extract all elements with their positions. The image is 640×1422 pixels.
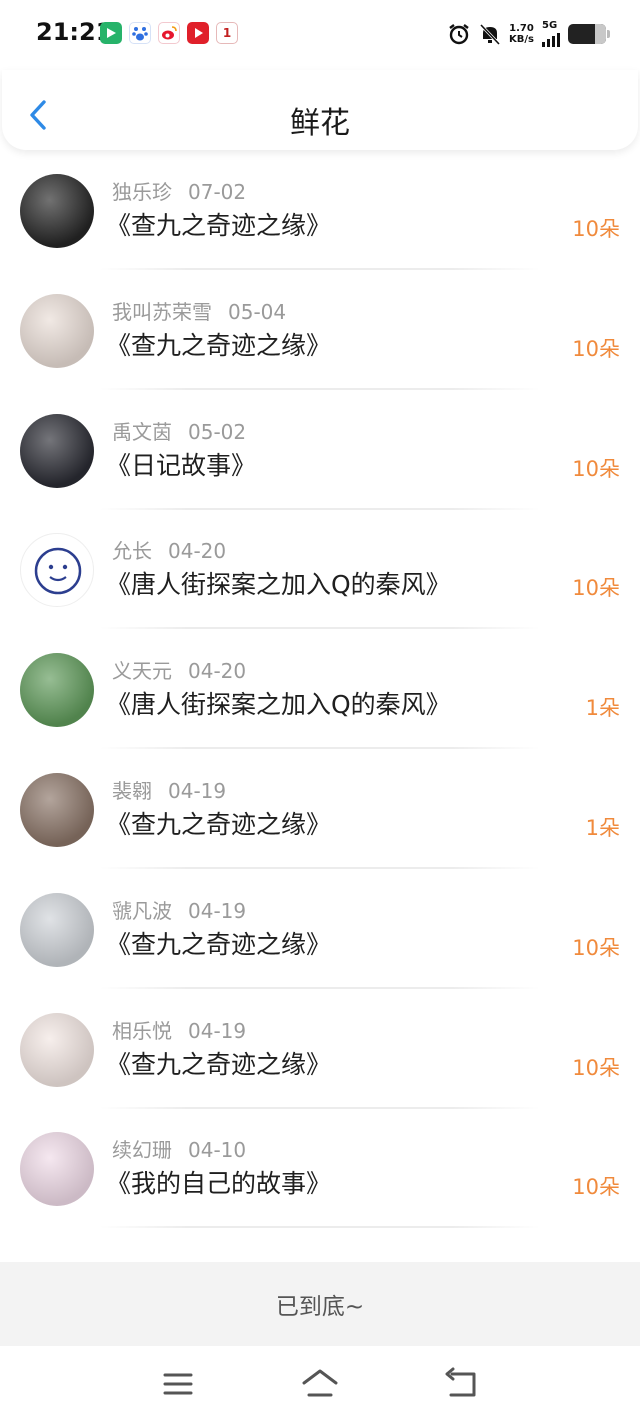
work-title: 《唐人街探案之加入Q的秦风》 [106, 690, 451, 720]
network-speed: 1.70 KB/s [509, 22, 534, 45]
menu-icon [163, 1373, 193, 1395]
work-title: 《查九之奇迹之缘》 [106, 1049, 332, 1079]
weibo-icon [158, 22, 180, 44]
notification-count: 1 [222, 26, 232, 40]
flower-count: 10朵 [572, 1055, 620, 1080]
sender-name: 允长 [112, 539, 152, 564]
flower-count: 10朵 [572, 217, 620, 241]
send-date: 05-04 [228, 299, 287, 324]
list-item[interactable]: 禹文茵 05-02 《日记故事》 10朵 [0, 390, 640, 510]
page-title: 鲜花 [290, 106, 350, 141]
smiley-icon [34, 548, 82, 595]
sender-meta: 独乐珍 07-02 [112, 176, 246, 205]
list-item[interactable]: 续幻珊 04-10 《我的自己的故事》 10朵 [0, 1108, 640, 1229]
home-icon [302, 1369, 338, 1397]
back-arrow-icon [445, 1367, 476, 1397]
video-red-icon [187, 22, 209, 44]
avatar[interactable] [20, 892, 94, 967]
sender-meta: 虢凡波 04-19 [112, 895, 246, 924]
sender-meta: 禹文茵 05-02 [112, 416, 246, 445]
menu-button[interactable] [158, 1366, 198, 1402]
work-title: 《唐人街探案之加入Q的秦风》 [106, 570, 451, 600]
sender-meta: 续幻珊 04-10 [112, 1134, 246, 1163]
status-bar: 21:21 1 1.70 KB/s 5G [0, 0, 640, 70]
avatar[interactable] [20, 174, 94, 248]
sender-meta: 允长 04-20 [112, 535, 226, 564]
sender-name: 禹文茵 [112, 419, 172, 444]
flower-count: 10朵 [572, 336, 620, 361]
sender-meta: 相乐悦 04-19 [112, 1015, 246, 1044]
battery-icon [568, 23, 610, 44]
sender-meta: 裴翱 04-19 [112, 775, 226, 804]
signal-icon [542, 31, 560, 47]
home-button[interactable] [300, 1366, 340, 1402]
avatar[interactable] [20, 413, 94, 488]
flower-count: 10朵 [572, 1175, 620, 1200]
avatar[interactable] [20, 533, 94, 608]
send-date: 04-20 [168, 539, 227, 564]
sender-name: 裴翱 [112, 779, 152, 803]
status-app-icons: 1 [100, 22, 238, 44]
send-date: 04-20 [188, 659, 247, 684]
sender-name: 续幻珊 [112, 1138, 172, 1163]
baidu-icon [129, 22, 151, 44]
list-item[interactable]: 虢凡波 04-19 《查九之奇迹之缘》 10朵 [0, 869, 640, 989]
flower-list[interactable]: 《 1 独乐珍07-02《查九之奇迹之缘》10朵我叫苏荣雪05-04《查九之奇迹… [0, 90, 640, 1262]
end-of-list-note: 已到底~ [0, 1262, 640, 1346]
back-nav-button[interactable] [442, 1366, 482, 1402]
avatar[interactable] [20, 1012, 94, 1087]
video-app-icon [100, 22, 122, 44]
row-divider [100, 1226, 540, 1229]
sender-name: 虢凡波 [112, 898, 172, 923]
status-indicators: 1.70 KB/s 5G [447, 20, 610, 47]
list-item[interactable]: 裴翱 04-19 《查九之奇迹之缘》 1朵 [0, 749, 640, 869]
page-header: 鲜花 [2, 70, 638, 150]
send-date: 05-02 [188, 419, 247, 444]
send-date: 07-02 [188, 180, 247, 204]
alarm-icon [449, 23, 469, 44]
flower-count: 1朵 [585, 816, 620, 840]
sender-name: 我叫苏荣雪 [112, 299, 212, 324]
network-type: 5G [542, 20, 558, 31]
system-nav-bar [0, 1346, 640, 1422]
send-date: 04-19 [168, 779, 227, 803]
avatar[interactable] [20, 293, 94, 368]
avatar[interactable] [20, 1132, 94, 1207]
sender-name: 独乐珍 [112, 180, 172, 204]
list-item[interactable]: 独乐珍 07-02 《查九之奇迹之缘》 10朵 [0, 150, 640, 270]
notification-1-icon: 1 [216, 22, 238, 44]
sender-name: 相乐悦 [112, 1018, 172, 1043]
work-title: 《我的自己的故事》 [106, 1169, 332, 1199]
list-item[interactable]: 我叫苏荣雪 05-04 《查九之奇迹之缘》 10朵 [0, 270, 640, 390]
sender-name: 义天元 [112, 659, 172, 684]
avatar[interactable] [20, 773, 94, 847]
list-item[interactable]: 相乐悦 04-19 《查九之奇迹之缘》 10朵 [0, 989, 640, 1109]
work-title: 《查九之奇迹之缘》 [106, 810, 332, 839]
list-item[interactable]: 义天元 04-20 《唐人街探案之加入Q的秦风》 1朵 [0, 629, 640, 750]
flower-count: 10朵 [572, 576, 620, 601]
work-title: 《查九之奇迹之缘》 [106, 211, 332, 240]
flower-count: 1朵 [585, 696, 620, 721]
avatar[interactable] [20, 653, 94, 728]
flower-count: 10朵 [572, 456, 620, 481]
work-title: 《日记故事》 [106, 450, 257, 480]
send-date: 04-10 [188, 1138, 247, 1163]
work-title: 《查九之奇迹之缘》 [106, 330, 332, 360]
work-title: 《查九之奇迹之缘》 [106, 929, 332, 959]
sender-meta: 义天元 04-20 [112, 655, 246, 684]
sender-meta: 我叫苏荣雪 05-04 [112, 296, 286, 325]
mute-bell-icon [479, 23, 501, 45]
flower-count: 10朵 [572, 935, 620, 960]
send-date: 04-19 [188, 1018, 247, 1043]
list-item[interactable]: 允长 04-20 《唐人街探案之加入Q的秦风》 10朵 [0, 509, 640, 630]
send-date: 04-19 [188, 898, 247, 923]
